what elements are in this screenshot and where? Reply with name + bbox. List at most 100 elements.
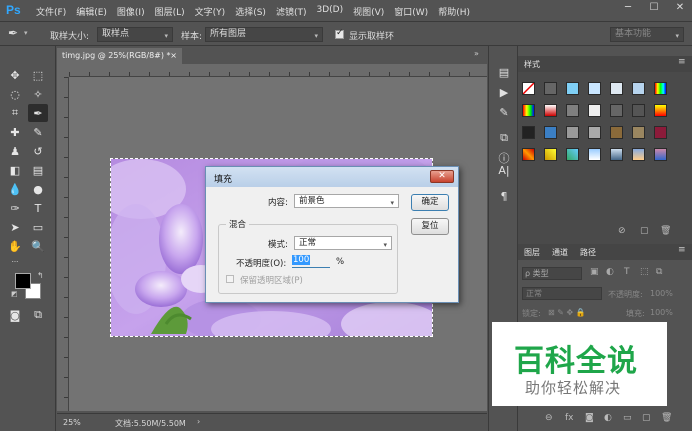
- menu-type[interactable]: 文字(Y): [195, 5, 226, 18]
- adjust-panel-icon[interactable]: ✎: [496, 104, 512, 120]
- style-swatch[interactable]: [610, 148, 623, 161]
- character-panel-icon[interactable]: A|: [496, 162, 512, 178]
- layer-opacity-value[interactable]: 100%: [650, 289, 673, 298]
- paragraph-panel-icon[interactable]: ¶: [496, 188, 512, 204]
- show-ring-checkbox[interactable]: ✓: [335, 28, 344, 39]
- style-swatch[interactable]: [544, 82, 557, 95]
- type-tool-icon[interactable]: T: [28, 199, 48, 217]
- filter-smart-icon[interactable]: ⧉: [656, 267, 662, 277]
- panel-menu-icon[interactable]: ≡: [678, 57, 686, 67]
- dialog-title-bar[interactable]: 填充 ✕: [206, 167, 458, 187]
- style-swatch[interactable]: [632, 82, 645, 95]
- document-tab[interactable]: timg.jpg @ 25%(RGB/8#) * ×: [57, 48, 182, 64]
- panel-expand-icon[interactable]: »: [474, 49, 479, 58]
- zoom-tool-icon[interactable]: 🔍: [28, 237, 48, 255]
- style-swatch[interactable]: [588, 126, 601, 139]
- menu-view[interactable]: 视图(V): [353, 5, 384, 18]
- style-swatch[interactable]: [632, 148, 645, 161]
- blur-tool-icon[interactable]: 💧: [5, 180, 25, 198]
- style-swatch-none[interactable]: [522, 82, 535, 95]
- fx-icon[interactable]: fx: [565, 413, 574, 423]
- style-swatch[interactable]: [654, 126, 667, 139]
- menu-3d[interactable]: 3D(D): [316, 5, 343, 18]
- filter-image-icon[interactable]: ▣: [590, 267, 599, 277]
- swap-colors-icon[interactable]: ↰: [37, 271, 44, 280]
- path-selection-tool-icon[interactable]: ➤: [5, 218, 25, 236]
- eyedropper-icon[interactable]: ✒: [8, 26, 18, 40]
- layer-filter-select[interactable]: ρ 类型: [522, 267, 582, 280]
- style-swatch[interactable]: [632, 104, 645, 117]
- crop-tool-icon[interactable]: ⌗: [5, 104, 25, 122]
- style-swatch[interactable]: [522, 126, 535, 139]
- style-swatch[interactable]: [588, 104, 601, 117]
- dialog-close-button[interactable]: ✕: [430, 170, 454, 183]
- menu-layer[interactable]: 图层(L): [155, 5, 185, 18]
- eraser-tool-icon[interactable]: ◧: [5, 161, 25, 179]
- filter-type-icon[interactable]: T: [624, 267, 630, 277]
- layer-blend-mode-select[interactable]: 正常: [522, 287, 602, 300]
- opacity-input[interactable]: 100: [292, 255, 330, 268]
- tab-paths[interactable]: 路径: [580, 247, 596, 258]
- actions-panel-icon[interactable]: ▶: [496, 84, 512, 100]
- menu-edit[interactable]: 编辑(E): [76, 5, 107, 18]
- fill-value[interactable]: 100%: [650, 308, 673, 317]
- delete-style-icon[interactable]: 🗑: [660, 226, 671, 236]
- close-button[interactable]: ✕: [672, 2, 688, 16]
- mode-select[interactable]: 正常 ▾: [294, 236, 392, 250]
- eyedropper-tool-icon[interactable]: ✒: [28, 104, 48, 122]
- content-select[interactable]: 前景色 ▾: [294, 194, 399, 208]
- zoom-level[interactable]: 25%: [63, 418, 81, 427]
- style-swatch[interactable]: [544, 104, 557, 117]
- clone-stamp-tool-icon[interactable]: ♟: [5, 142, 25, 160]
- lock-icons[interactable]: ⊠ ✎ ✥ 🔒: [548, 308, 586, 317]
- style-swatch[interactable]: [566, 148, 579, 161]
- tab-styles[interactable]: 样式: [524, 59, 540, 70]
- gradient-tool-icon[interactable]: ▤: [28, 161, 48, 179]
- dodge-tool-icon[interactable]: ●: [28, 180, 48, 198]
- quick-mask-icon[interactable]: ◙: [5, 306, 25, 324]
- maximize-button[interactable]: ☐: [646, 2, 662, 16]
- menu-image[interactable]: 图像(I): [117, 5, 145, 18]
- adjustment-layer-icon[interactable]: ◐: [604, 413, 612, 423]
- reset-button[interactable]: 复位: [411, 218, 449, 235]
- pen-tool-icon[interactable]: ✑: [5, 199, 25, 217]
- marquee-tool-icon[interactable]: ⬚: [28, 66, 48, 84]
- preserve-transparency-checkbox[interactable]: [226, 275, 234, 283]
- more-tools-icon[interactable]: ···: [5, 253, 25, 271]
- history-brush-tool-icon[interactable]: ↺: [28, 142, 48, 160]
- style-swatch[interactable]: [588, 82, 601, 95]
- delete-layer-icon[interactable]: 🗑: [661, 413, 672, 423]
- clear-style-icon[interactable]: ⊘: [618, 226, 626, 236]
- menu-select[interactable]: 选择(S): [235, 5, 266, 18]
- style-swatch[interactable]: [654, 82, 667, 95]
- history-panel-icon[interactable]: ▤: [496, 64, 512, 80]
- foreground-color-swatch[interactable]: [15, 273, 31, 289]
- shape-tool-icon[interactable]: ▭: [28, 218, 48, 236]
- ok-button[interactable]: 确定: [411, 194, 449, 211]
- style-swatch[interactable]: [632, 126, 645, 139]
- chevron-down-icon[interactable]: ▾: [24, 29, 28, 37]
- style-swatch[interactable]: [610, 104, 623, 117]
- screen-mode-icon[interactable]: ⧉: [28, 306, 48, 324]
- filter-adjust-icon[interactable]: ◐: [606, 267, 614, 277]
- style-swatch[interactable]: [610, 82, 623, 95]
- style-swatch[interactable]: [610, 126, 623, 139]
- chevron-right-icon[interactable]: ›: [197, 417, 200, 426]
- menu-file[interactable]: 文件(F): [36, 5, 66, 18]
- style-swatch[interactable]: [522, 148, 535, 161]
- move-tool-icon[interactable]: ✥: [5, 66, 25, 84]
- add-mask-icon[interactable]: ◙: [585, 413, 594, 423]
- panel-menu-icon[interactable]: ≡: [678, 245, 686, 255]
- brush-tool-icon[interactable]: ✎: [28, 123, 48, 141]
- new-style-icon[interactable]: ▢: [640, 226, 649, 236]
- style-swatch[interactable]: [654, 148, 667, 161]
- style-swatch[interactable]: [566, 82, 579, 95]
- properties-panel-icon[interactable]: ⧉: [496, 130, 512, 146]
- new-group-icon[interactable]: ▭: [623, 413, 632, 423]
- lasso-tool-icon[interactable]: ◌: [5, 85, 25, 103]
- style-swatch[interactable]: [566, 104, 579, 117]
- close-icon[interactable]: ×: [170, 48, 177, 64]
- link-layers-icon[interactable]: ⊖: [545, 413, 553, 423]
- healing-brush-tool-icon[interactable]: ✚: [5, 123, 25, 141]
- default-colors-icon[interactable]: ◩: [11, 290, 18, 298]
